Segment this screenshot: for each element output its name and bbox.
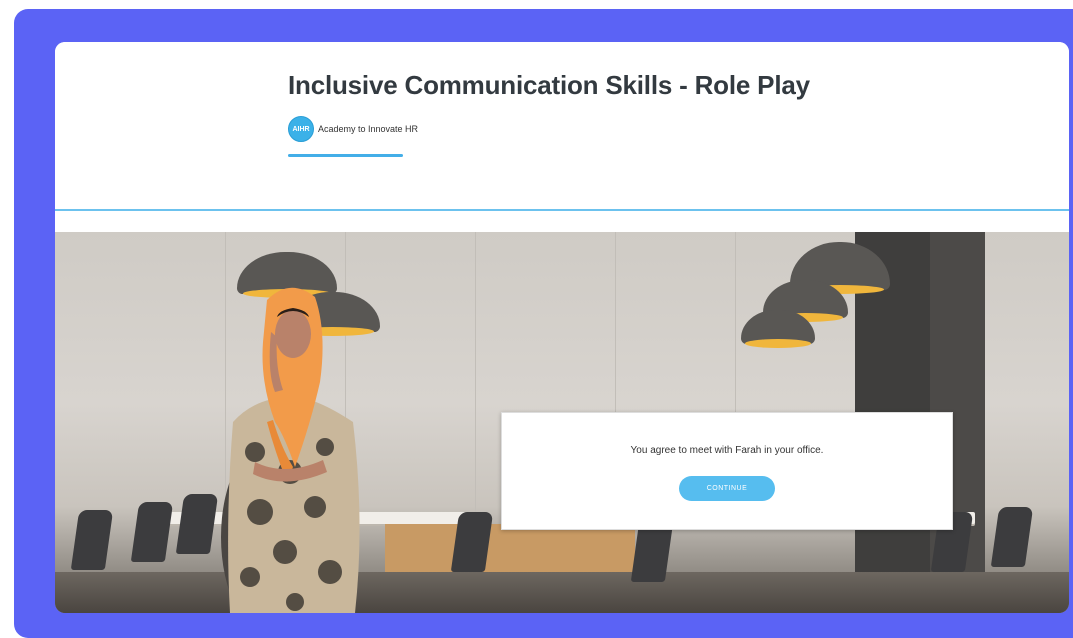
header-divider <box>55 209 1069 211</box>
course-title: Inclusive Communication Skills - Role Pl… <box>288 70 810 100</box>
floor <box>55 572 1069 613</box>
pendant-lamp-icon <box>741 310 815 348</box>
continue-button[interactable]: CONTINUE <box>679 476 775 501</box>
author-name: Academy to Innovate HR <box>318 124 419 134</box>
chair-icon <box>130 502 174 562</box>
chair-icon <box>175 494 219 554</box>
role-play-scene: You agree to meet with Farah in your off… <box>55 232 1069 613</box>
dialog-message: You agree to meet with Farah in your off… <box>630 445 824 456</box>
character-farah <box>221 287 360 613</box>
course-header: Inclusive Communication Skills - Role Pl… <box>55 42 1069 210</box>
author-info: AIHR Academy to Innovate HR <box>288 116 418 142</box>
aihr-logo-icon: AIHR <box>288 116 314 142</box>
title-underline <box>288 154 403 157</box>
chair-icon <box>990 507 1034 567</box>
chair-icon <box>70 510 114 570</box>
course-card: Inclusive Communication Skills - Role Pl… <box>55 42 1069 613</box>
wall-panel <box>115 232 226 522</box>
dialog-box: You agree to meet with Farah in your off… <box>501 412 953 530</box>
